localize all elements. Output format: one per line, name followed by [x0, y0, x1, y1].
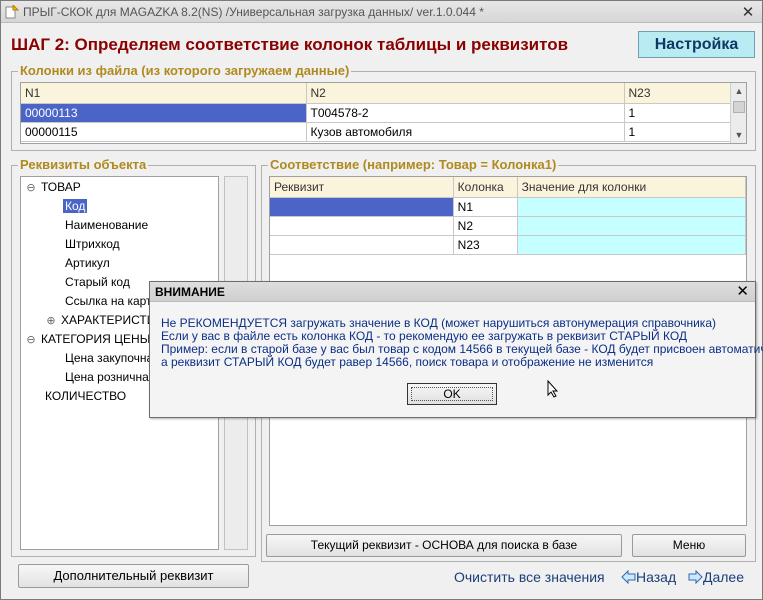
file-columns-label: Колонки из файла (из которого загружаем … — [18, 63, 352, 78]
table-cell[interactable] — [517, 197, 746, 217]
tree-node-label: Код — [63, 199, 88, 213]
next-label: Далее — [703, 569, 745, 585]
dialog-message-line: Не РЕКОМЕНДУЕТСЯ загружать значение в КО… — [161, 316, 716, 330]
tree-node-label: Цена розничная — [65, 370, 156, 384]
settings-button[interactable]: Настройка — [638, 31, 755, 58]
title-bar: ПРЫГ-СКОК для MAGAZKA 8.2(NS) /Универсал… — [1, 1, 762, 23]
tree-node-kategoriya-ceny[interactable]: ⊖ КАТЕГОРИЯ ЦЕНЫ — [25, 330, 150, 348]
scroll-down-icon[interactable]: ▼ — [731, 127, 746, 143]
focus-ring — [411, 387, 493, 401]
ok-button[interactable]: OK — [407, 383, 497, 405]
dialog-message-line: Если у вас в файле есть колонка КОД - то… — [161, 329, 688, 343]
table-row[interactable]: N2 — [270, 216, 746, 236]
table-cell[interactable] — [270, 216, 454, 236]
column-header-kolonka[interactable]: Колонка — [453, 177, 518, 198]
column-header-znachenie[interactable]: Значение для колонки — [517, 177, 746, 198]
tree-node-label: Наименование — [65, 218, 149, 232]
table-cell[interactable] — [517, 235, 746, 255]
column-header-rekvizit[interactable]: Реквизит — [270, 177, 454, 198]
add-property-button[interactable]: Дополнительный реквизит — [18, 564, 249, 588]
tree-node-kolichestvo[interactable]: КОЛИЧЕСТВО — [45, 387, 126, 405]
tree-node-label: Старый код — [65, 275, 130, 289]
main-window: ПРЫГ-СКОК для MAGAZKA 8.2(NS) /Универсал… — [0, 0, 763, 600]
column-header-n2[interactable]: N2 — [306, 83, 625, 104]
table-row[interactable]: 00000113 T004578-2 1 — [21, 103, 731, 123]
tree-node-label: КОЛИЧЕСТВО — [45, 389, 127, 403]
collapse-icon[interactable]: ⊖ — [25, 335, 37, 347]
table-cell[interactable] — [517, 216, 746, 236]
tree-node-label: Артикул — [65, 256, 110, 270]
tree-node-ssylka[interactable]: Ссылка на карти — [65, 292, 158, 310]
column-header-n23[interactable]: N23 — [624, 83, 731, 104]
props-label: Реквизиты объекта — [18, 157, 149, 172]
table-cell[interactable]: N23 — [453, 235, 518, 255]
table-cell[interactable]: N2 — [453, 216, 518, 236]
tree-node-cena-zakupochnaya[interactable]: Цена закупочная — [65, 349, 160, 367]
file-columns-grid[interactable]: N1 N2 N23 00000113 T004578-2 1 00000115 … — [20, 82, 747, 144]
scroll-up-icon[interactable]: ▲ — [731, 83, 746, 99]
dialog-title: ВНИМАНИЕ — [150, 282, 755, 302]
tree-node-tovar[interactable]: ⊖ ТОВАР — [25, 178, 81, 196]
tree-node-stary-kod[interactable]: Старый код — [65, 273, 130, 291]
tree-node-label: КАТЕГОРИЯ ЦЕНЫ — [41, 332, 151, 346]
tree-node-kod[interactable]: Код — [63, 197, 88, 215]
table-cell[interactable]: 1 — [624, 103, 731, 123]
dialog-close-button[interactable]: ✕ — [736, 282, 749, 302]
expand-icon[interactable]: ⊕ — [45, 316, 57, 328]
tree-node-naimenovanie[interactable]: Наименование — [65, 216, 148, 234]
tree-node-label: ХАРАКТЕРИСТИ — [61, 313, 156, 327]
table-row[interactable]: 00000115 Кузов автомобиля 1 — [21, 122, 731, 142]
next-button[interactable]: Далее — [688, 569, 744, 585]
table-row[interactable]: N1 — [270, 197, 746, 217]
menu-button[interactable]: Меню — [632, 534, 746, 557]
tree-node-label: Цена закупочная — [65, 351, 160, 365]
tree-node-label: Ссылка на карти — [65, 294, 159, 308]
back-button[interactable]: Назад — [621, 569, 676, 585]
table-cell[interactable]: 00000113 — [21, 103, 307, 123]
dialog-message-line: а реквизит СТАРЫЙ КОД будет равер 14566,… — [161, 355, 654, 369]
warning-dialog: ВНИМАНИЕ ✕ Не РЕКОМЕНДУЕТСЯ загружать зн… — [149, 281, 763, 418]
next-arrow-icon — [688, 569, 703, 585]
window-close-button[interactable]: ✕ — [740, 3, 756, 21]
clear-all-button[interactable]: Очистить все значения — [454, 569, 605, 585]
tree-node-shtrihkod[interactable]: Штрихкод — [65, 235, 120, 253]
scroll-thumb[interactable] — [733, 101, 745, 113]
table-cell[interactable]: N1 — [453, 197, 518, 217]
mouse-cursor-icon — [547, 380, 559, 398]
tree-node-harakteristiki[interactable]: ⊕ ХАРАКТЕРИСТИ — [45, 311, 155, 329]
mapping-label: Соответствие (например: Товар = Колонка1… — [268, 157, 559, 172]
table-cell[interactable]: T004578-2 — [306, 103, 625, 123]
file-columns-scrollbar[interactable]: ▲ ▼ — [730, 83, 746, 143]
step-title: ШАГ 2: Определяем соответствие колонок т… — [11, 35, 569, 54]
back-label: Назад — [636, 569, 677, 585]
table-cell[interactable] — [270, 235, 454, 255]
collapse-icon[interactable]: ⊖ — [25, 183, 37, 195]
table-cell[interactable]: 1 — [624, 122, 731, 142]
window-title: ПРЫГ-СКОК для MAGAZKA 8.2(NS) /Универсал… — [23, 5, 484, 19]
back-arrow-icon — [621, 569, 636, 585]
dialog-message-line: Пример: если в старой базе у вас был тов… — [161, 342, 763, 356]
tree-node-label: Штрихкод — [65, 237, 120, 251]
table-cell[interactable]: Кузов автомобиля — [306, 122, 625, 142]
table-cell[interactable]: 00000115 — [21, 122, 307, 142]
tree-node-cena-roznichnaya[interactable]: Цена розничная — [65, 368, 155, 386]
column-header-n1[interactable]: N1 — [21, 83, 307, 104]
table-row[interactable]: N23 — [270, 235, 746, 255]
table-cell[interactable] — [270, 197, 454, 217]
tree-node-artikul[interactable]: Артикул — [65, 254, 110, 272]
app-icon — [5, 5, 19, 19]
base-property-button[interactable]: Текущий реквизит - ОСНОВА для поиска в б… — [266, 534, 622, 557]
tree-node-label: ТОВАР — [41, 180, 81, 194]
